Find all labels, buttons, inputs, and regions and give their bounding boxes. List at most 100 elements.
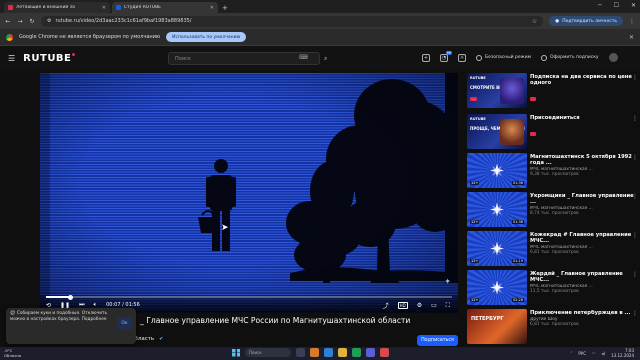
language-indicator[interactable]: РУС — [578, 351, 586, 356]
more-options-icon[interactable]: ⋮ — [632, 193, 638, 200]
video-meta: Приключение петербуржцев в ... Другие Шоу… — [530, 309, 640, 345]
sidebar-video-card[interactable]: 12+ 01:36 Магнитошахтинск 5 октября 1992 г… — [467, 153, 640, 189]
avatar[interactable] — [608, 53, 618, 62]
task-view-icon[interactable] — [296, 348, 305, 357]
minimize-icon[interactable]: ─ — [598, 2, 602, 9]
miniplayer-icon[interactable]: ▭ — [431, 302, 437, 309]
browser-tab-bar: Летающие и внешний за ✕ Студия RUTUBE ✕ … — [0, 0, 640, 13]
maximize-icon[interactable]: ☐ — [614, 2, 619, 9]
rutube-logo[interactable]: RUTUBE — [23, 53, 76, 64]
cookie-icon: 🍪︎ — [10, 311, 17, 316]
app-icon[interactable] — [366, 348, 375, 357]
shield-icon — [476, 54, 482, 61]
video-thumbnail[interactable]: ПЕТЕРБУРГ — [467, 309, 527, 344]
upload-icon[interactable]: + — [422, 53, 430, 62]
video-meta: Магнитошахтинск 5 октября 1992 года ... М… — [530, 153, 640, 189]
user-icon: ● — [555, 18, 560, 24]
progress-bar[interactable] — [46, 294, 452, 300]
safe-mode-toggle[interactable]: Безопасный режим — [476, 54, 531, 61]
wifi-icon[interactable]: ◠ — [592, 351, 596, 356]
chrome-taskbar-icon[interactable] — [352, 348, 361, 357]
notifications-icon[interactable]: ◔ 99 — [440, 50, 452, 62]
taskbar-search-label: Поиск — [249, 350, 262, 355]
video-card-views: 9,38 тыс. просмотров — [530, 172, 579, 177]
sidebar-video-card[interactable]: 12+ 02:28 Жердяй _ Главное управление МЧС.… — [467, 270, 640, 306]
theme-icon[interactable]: ☼ — [458, 53, 466, 62]
more-options-icon[interactable]: ⋮ — [632, 74, 638, 81]
site-info-icon[interactable]: ⚙ — [47, 18, 51, 24]
share-icon[interactable]: ⤴ — [383, 301, 389, 310]
more-options-icon[interactable]: ⋮ — [632, 232, 638, 239]
bookmark-star-icon[interactable]: ☆ — [532, 18, 537, 25]
video-player[interactable]: ➤ ✦ ⟲ ❚❚ ⏭ 🔈︎ 00:07 / 01:56 ⤴ HD ⚙ ▭ ⛶ — [40, 73, 458, 313]
edge-icon[interactable] — [324, 348, 333, 357]
sidebar-video-card[interactable]: ПЕТЕРБУРГ Приключение петербуржцев в ... Д… — [467, 309, 640, 345]
app-icon[interactable] — [380, 348, 389, 357]
close-infobar-icon[interactable]: ✕ — [629, 34, 634, 41]
browser-tab-1[interactable]: Летающие и внешний за ✕ — [4, 2, 110, 13]
forward-icon[interactable]: → — [17, 18, 23, 25]
video-card-title[interactable]: Приключение петербуржцев в ... — [530, 310, 640, 316]
clock-date: 13.12.2024 — [611, 353, 634, 358]
more-options-icon[interactable]: ⋮ — [632, 271, 638, 278]
confirm-identity-button[interactable]: ● Подтвердить личность — [549, 16, 623, 26]
video-card-title[interactable]: Присоединиться — [530, 115, 640, 121]
hamburger-menu-icon[interactable]: ☰ — [8, 54, 15, 63]
video-card-title[interactable]: Укромщики _ Главное управление ... — [530, 193, 640, 205]
close-tab-icon[interactable]: ✕ — [210, 5, 214, 11]
video-thumbnail[interactable]: RUTUBE ПРОЩЕ, ЧЕМ КАЖЕТСЯ — [467, 114, 527, 149]
windows-start-icon[interactable] — [232, 348, 240, 357]
progress-fill — [46, 296, 71, 298]
file-explorer-icon[interactable] — [310, 348, 319, 357]
new-tab-icon[interactable]: + — [222, 4, 228, 12]
speaker-icon[interactable]: ◂) — [602, 351, 606, 356]
progress-handle[interactable] — [67, 294, 73, 300]
sidebar-video-card[interactable]: RUTUBE ПРОЩЕ, ЧЕМ КАЖЕТСЯ Присоединиться ⋮ — [467, 114, 640, 150]
settings-icon[interactable]: ⚙ — [417, 302, 422, 309]
thumb-logo: RUTUBE — [470, 76, 486, 80]
video-card-title[interactable]: Подписка на два сервиса по цене одного — [530, 74, 640, 86]
fullscreen-icon[interactable]: ⛶ — [446, 302, 450, 310]
video-card-title[interactable]: Магнитошахтинск 5 октября 1992 года ... — [530, 154, 640, 166]
clock[interactable]: 7:03 13.12.2024 — [611, 348, 634, 358]
sidebar-video-card[interactable]: 12+ 01:19 Кожекрад # Главное управление МЧ… — [467, 231, 640, 267]
age-rating-badge: 12+ — [470, 259, 480, 263]
back-icon[interactable]: ← — [5, 18, 11, 25]
set-default-button[interactable]: Использовать по умолчанию — [166, 32, 247, 42]
video-card-views: 8,74 тыс. просмотров — [530, 211, 579, 216]
subscribe-button[interactable]: Подписаться — [417, 335, 458, 346]
video-card-title[interactable]: Жердяй _ Главное управление МЧС... — [530, 271, 640, 283]
video-card-title[interactable]: Кожекрад # Главное управление МЧС... — [530, 232, 640, 244]
age-rating-badge: 12+ — [470, 181, 480, 185]
close-tab-icon[interactable]: ✕ — [102, 5, 106, 11]
store-icon[interactable] — [338, 348, 347, 357]
url-field[interactable]: ⚙ rutube.ru/video/2d3aac233c1c61af9baf19… — [41, 15, 544, 27]
subscription-button[interactable]: Оформить подписку — [541, 54, 599, 61]
close-window-icon[interactable]: ✕ — [631, 2, 636, 9]
default-browser-infobar: Google Chrome не является браузером по у… — [0, 29, 640, 46]
menu-dots-icon[interactable]: ⋮ — [629, 18, 635, 25]
sidebar-video-card[interactable]: RUTUBE СМОТРИТЕ ВМЕСТЕ... Подписка на два … — [467, 73, 640, 109]
video-thumbnail[interactable]: 12+ 02:28 — [467, 270, 527, 305]
browser-tab-2[interactable]: Студия RUTUBE ✕ — [112, 2, 218, 13]
video-thumbnail[interactable]: 12+ 01:19 — [467, 231, 527, 266]
weather-widget[interactable]: -9°C Облачно — [4, 348, 21, 358]
sidebar-video-card[interactable]: 12+ 01:38 Укромщики _ Главное управление .… — [467, 192, 640, 228]
cookie-ok-button[interactable]: Ок — [117, 317, 132, 330]
chrome-icon — [6, 33, 13, 41]
video-thumbnail[interactable]: RUTUBE СМОТРИТЕ ВМЕСТЕ... — [467, 73, 527, 108]
keyboard-icon[interactable]: ⌨ — [299, 54, 308, 61]
video-thumbnail[interactable]: 12+ 01:38 — [467, 192, 527, 227]
search-input[interactable]: Поиск — [168, 52, 320, 65]
search-icon[interactable]: ⌕ — [324, 55, 327, 63]
more-options-icon[interactable]: ⋮ — [632, 310, 638, 317]
more-options-icon[interactable]: ⋮ — [632, 115, 638, 122]
tray-chevron-icon[interactable]: ˄ — [570, 351, 572, 356]
taskbar-search[interactable]: Поиск — [245, 348, 291, 357]
thumb-logo: RUTUBE — [470, 117, 486, 121]
duration-badge: 01:19 — [511, 259, 524, 263]
quality-badge[interactable]: HD — [397, 302, 408, 309]
reload-icon[interactable]: ↻ — [29, 18, 35, 25]
more-options-icon[interactable]: ⋮ — [632, 154, 638, 161]
video-thumbnail[interactable]: 12+ 01:36 — [467, 153, 527, 188]
